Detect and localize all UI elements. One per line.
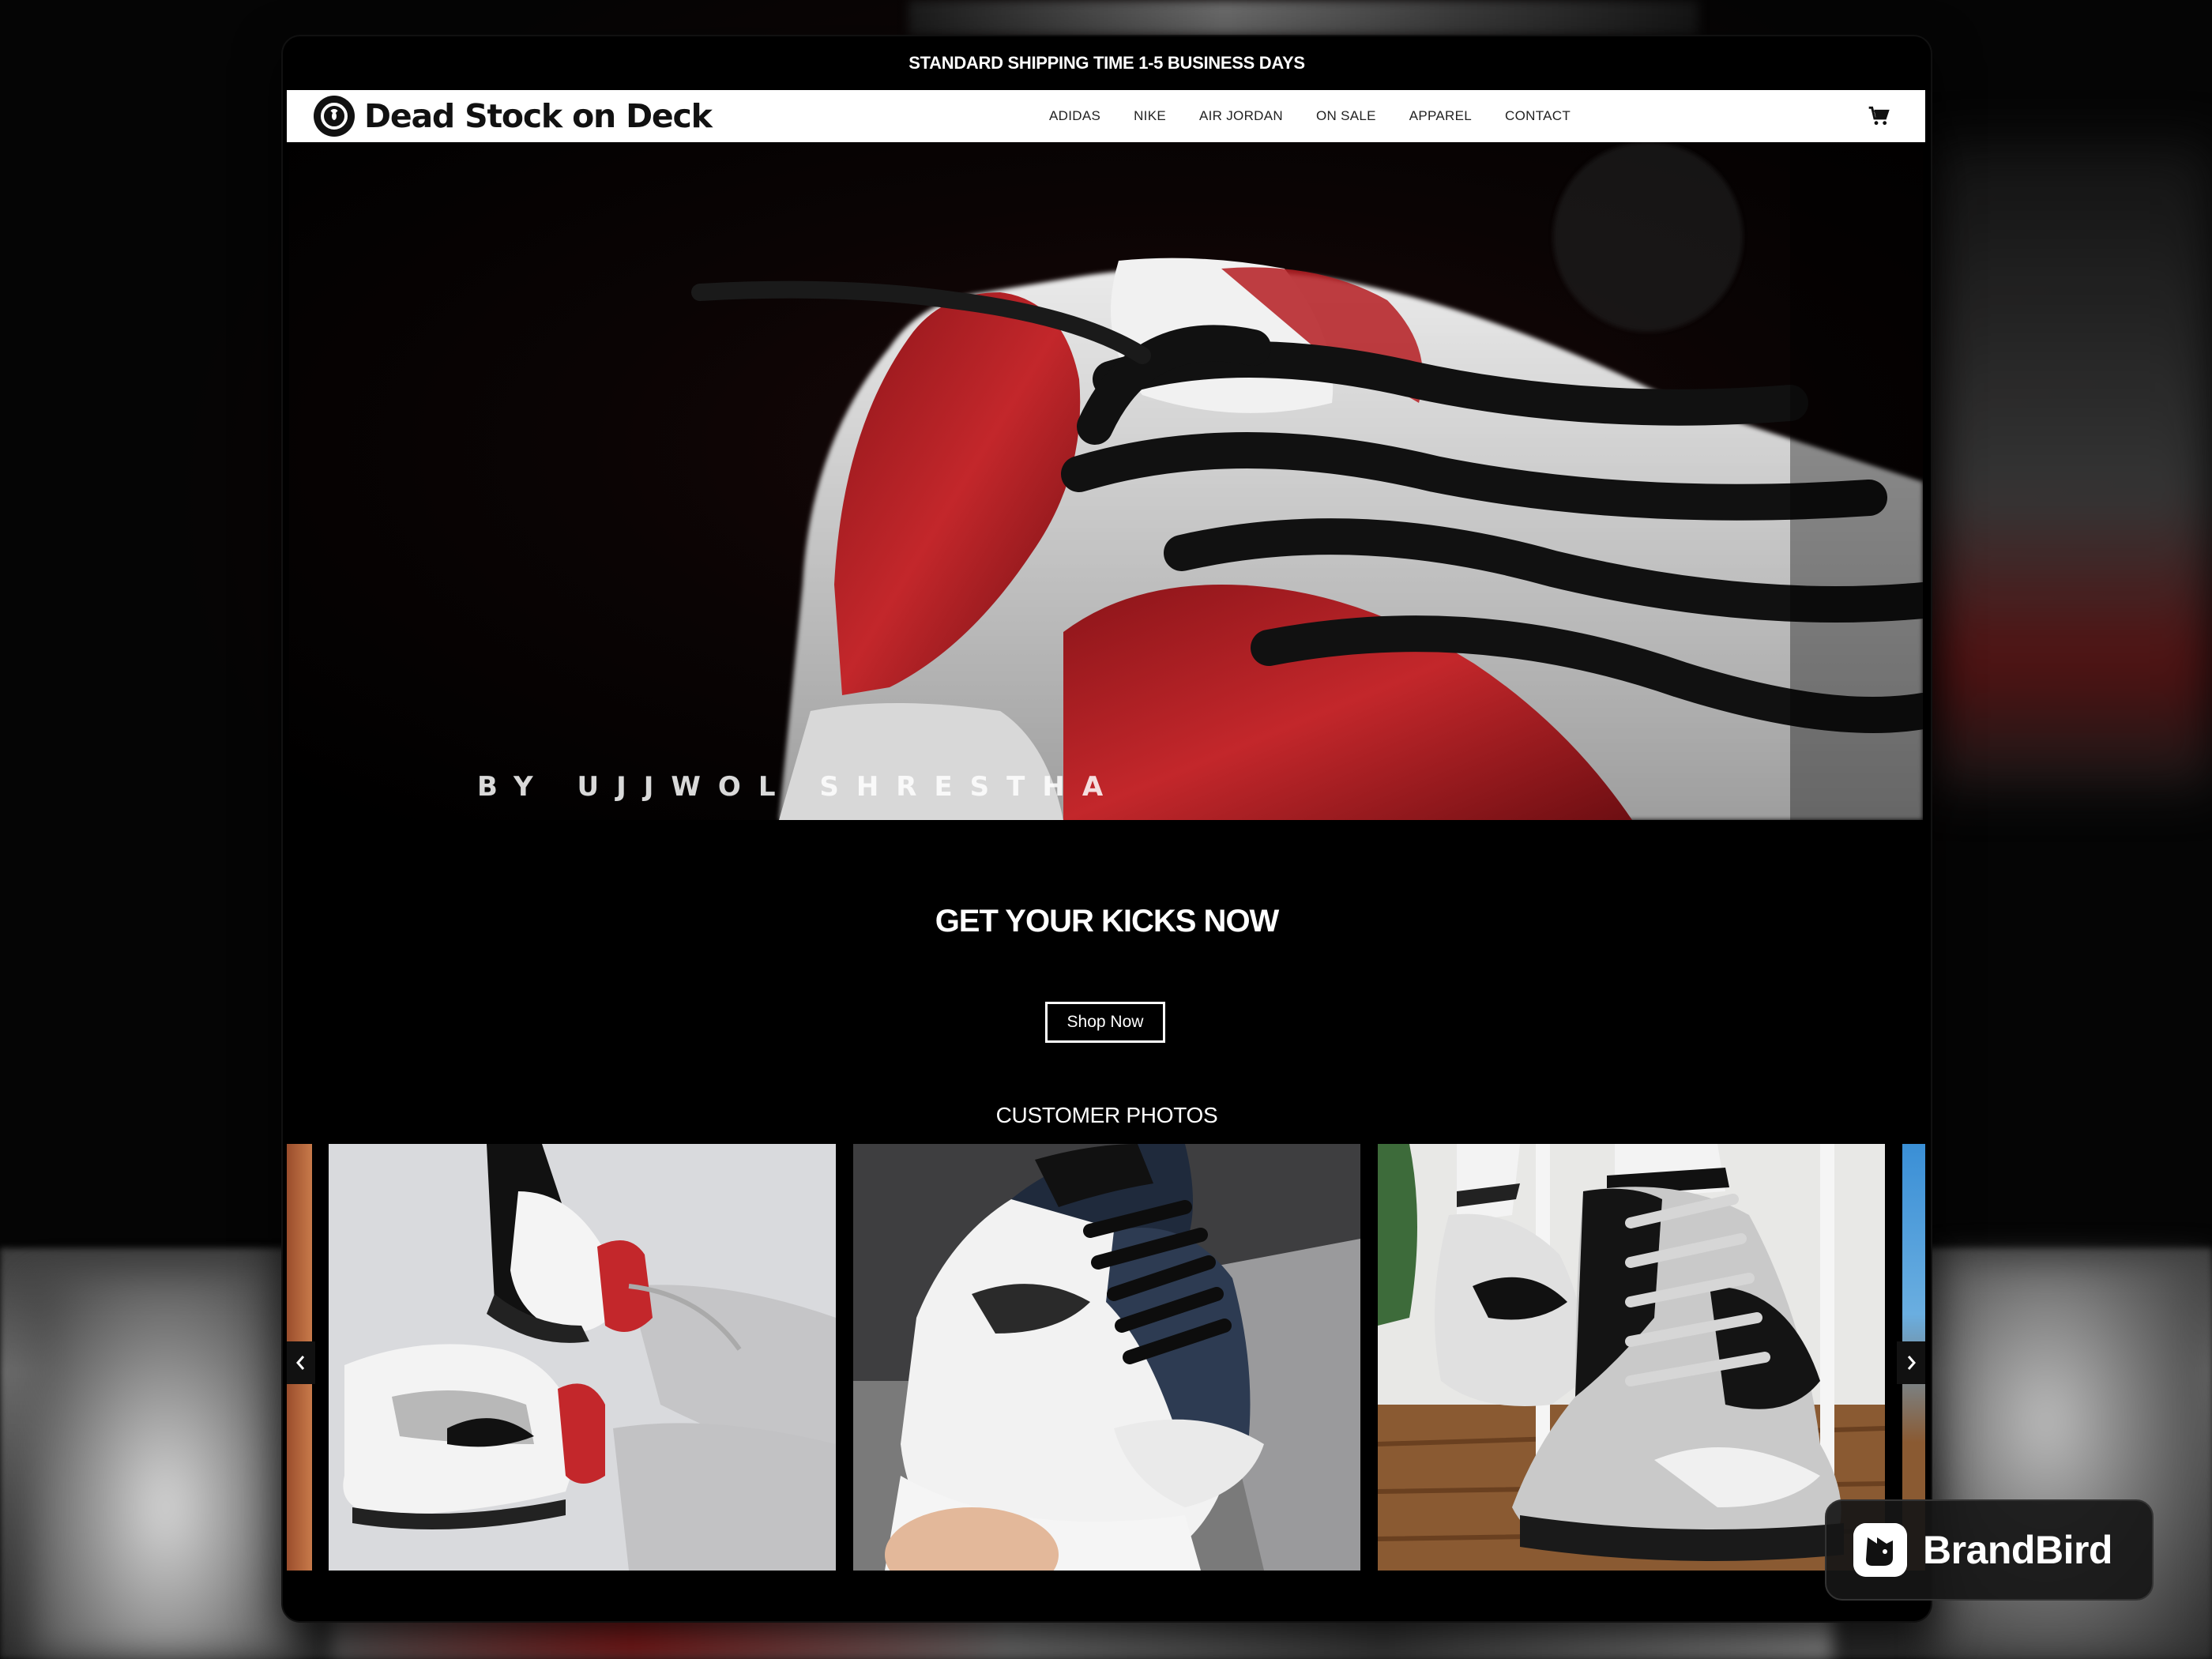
nav-item-air-jordan[interactable]: AIR JORDAN xyxy=(1199,108,1283,124)
hero-sneaker-image xyxy=(289,142,1923,820)
chevron-right-icon xyxy=(1907,1356,1916,1370)
nav-item-contact[interactable]: CONTACT xyxy=(1505,108,1571,124)
hero-video: BY UJJWOL SHRESTHA xyxy=(289,142,1923,820)
brand-logo-icon xyxy=(314,96,355,137)
nav-item-on-sale[interactable]: ON SALE xyxy=(1316,108,1376,124)
brand-logo[interactable]: Dead Stock on Deck xyxy=(314,95,713,137)
carousel-next-button[interactable] xyxy=(1897,1341,1925,1384)
nav-item-nike[interactable]: NIKE xyxy=(1134,108,1166,124)
brandbird-label: BrandBird xyxy=(1923,1528,2112,1572)
announcement-bar: STANDARD SHIPPING TIME 1-5 BUSINESS DAYS xyxy=(908,53,1305,73)
customer-photos-title: CUSTOMER PHOTOS xyxy=(995,1103,1218,1127)
cta-headline: GET YOUR KICKS NOW xyxy=(935,904,1280,939)
shopping-cart-icon[interactable] xyxy=(1867,103,1892,129)
browser-window: STANDARD SHIPPING TIME 1-5 BUSINESS DAYS… xyxy=(283,36,1931,1621)
brandbird-logo-icon xyxy=(1853,1523,1907,1577)
hero-credit: BY UJJWOL SHRESTHA xyxy=(477,771,1121,803)
site-header: Dead Stock on Deck ADIDAS NIKE AIR JORDA… xyxy=(287,90,1925,142)
customer-photo-1[interactable] xyxy=(329,1144,836,1571)
nav-item-adidas[interactable]: ADIDAS xyxy=(1049,108,1100,124)
customer-photo-3[interactable] xyxy=(1378,1144,1885,1571)
chevron-left-icon xyxy=(296,1356,305,1370)
main-nav: ADIDAS NIKE AIR JORDAN ON SALE APPAREL C… xyxy=(1049,90,1571,142)
shop-now-button[interactable]: Shop Now xyxy=(1045,1002,1165,1043)
customer-photo-2[interactable] xyxy=(853,1144,1360,1571)
brandbird-watermark: BrandBird xyxy=(1825,1499,2154,1601)
carousel-prev-button[interactable] xyxy=(287,1341,315,1384)
customer-photos-carousel xyxy=(287,1144,1925,1571)
brand-name: Dead Stock on Deck xyxy=(364,97,713,135)
nav-item-apparel[interactable]: APPAREL xyxy=(1409,108,1472,124)
